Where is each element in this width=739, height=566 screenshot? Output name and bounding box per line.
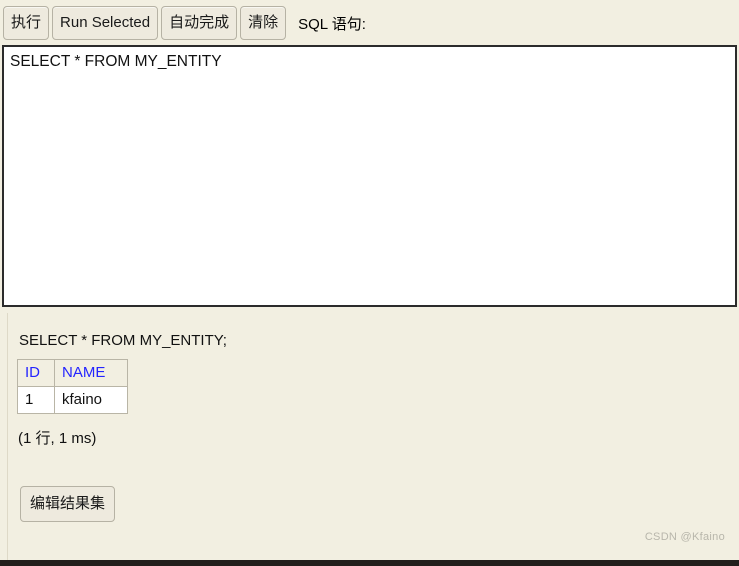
cell-id[interactable]: 1	[17, 386, 55, 414]
sql-input[interactable]	[4, 47, 735, 305]
bottom-edge-bar	[0, 560, 739, 566]
results-panel: SELECT * FROM MY_ENTITY; ID NAME 1 kfain…	[0, 313, 739, 560]
sql-console-window: 执行 Run Selected 自动完成 清除 SQL 语句: SELECT *…	[0, 0, 739, 566]
toolbar: 执行 Run Selected 自动完成 清除 SQL 语句:	[0, 0, 739, 46]
cell-name[interactable]: kfaino	[54, 386, 128, 414]
result-status-text: (1 行, 1 ms)	[18, 430, 97, 447]
table-header-row: ID NAME	[17, 359, 128, 387]
clear-button[interactable]: 清除	[240, 6, 287, 40]
watermark-text: CSDN @Kfaino	[644, 531, 725, 543]
results-content: SELECT * FROM MY_ENTITY; ID NAME 1 kfain…	[7, 313, 739, 560]
executed-query-text: SELECT * FROM MY_ENTITY;	[19, 332, 227, 349]
sql-statement-label: SQL 语句:	[298, 15, 366, 33]
column-header-name[interactable]: NAME	[54, 359, 128, 387]
result-table: ID NAME 1 kfaino	[17, 359, 128, 414]
auto-complete-button[interactable]: 自动完成	[161, 6, 238, 40]
run-button[interactable]: 执行	[3, 6, 50, 40]
edit-result-set-button[interactable]: 编辑结果集	[20, 486, 116, 522]
column-header-id[interactable]: ID	[17, 359, 55, 387]
run-selected-button[interactable]: Run Selected	[52, 6, 159, 40]
sql-editor-container	[2, 45, 737, 307]
table-row[interactable]: 1 kfaino	[17, 386, 128, 414]
